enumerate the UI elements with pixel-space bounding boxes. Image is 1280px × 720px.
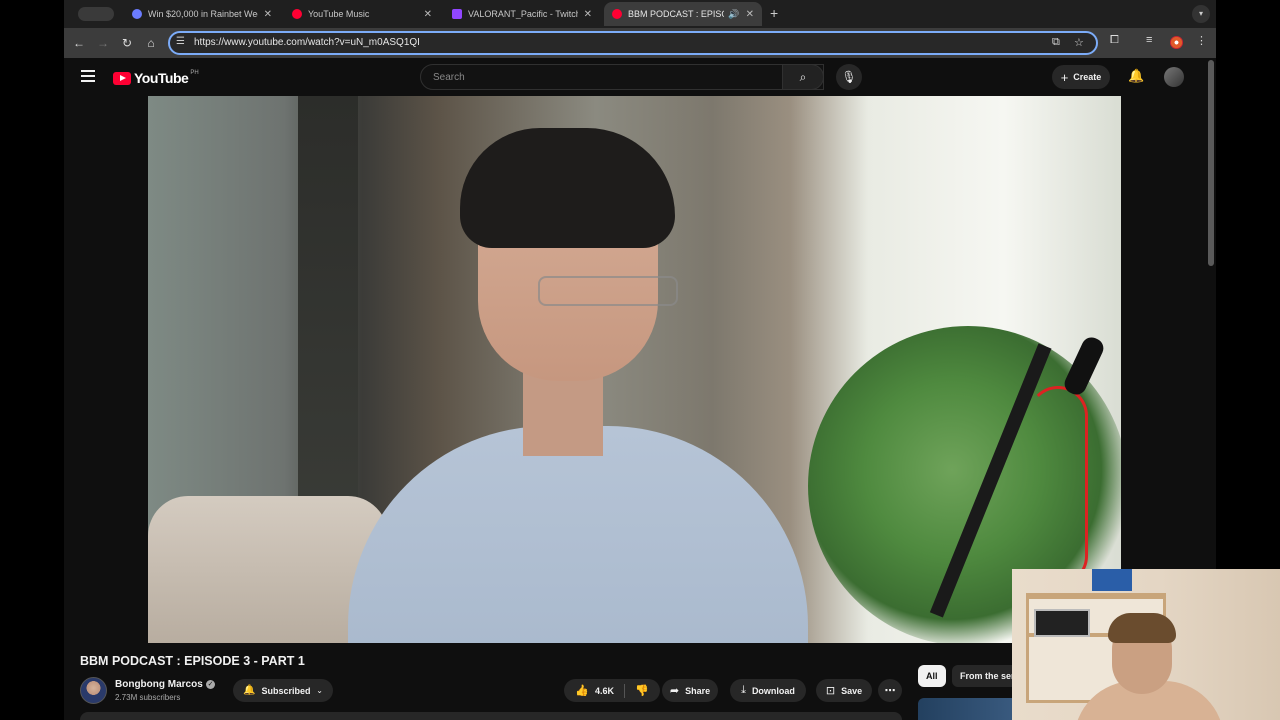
thumbs-up-icon[interactable]: 👍: [575, 684, 589, 697]
recommended-video-thumbnail[interactable]: [918, 698, 1018, 720]
site-settings-icon[interactable]: ☰: [176, 36, 185, 47]
page-scrollbar[interactable]: [1208, 60, 1214, 266]
media-controls-icon[interactable]: ≡: [1146, 34, 1152, 46]
video-speaker-glasses: [538, 276, 678, 306]
chevron-down-icon: ⌄: [316, 686, 323, 695]
kebab-menu-icon[interactable]: ⋮: [1196, 34, 1207, 47]
new-tab-icon[interactable]: +: [770, 5, 778, 21]
webcam-box: [1092, 569, 1132, 591]
like-count[interactable]: 4.6K: [595, 686, 614, 696]
tab-bbm-podcast[interactable]: BBM PODCAST : EPISODE 🔊 ✕: [604, 2, 762, 26]
video-mic-cable: [1028, 386, 1088, 586]
account-avatar[interactable]: [1164, 67, 1184, 87]
like-divider: [624, 683, 625, 698]
channel-name[interactable]: Bongbong Marcos: [115, 679, 203, 690]
twitch-favicon-icon: [452, 9, 462, 19]
speaker-icon[interactable]: 🔊: [728, 9, 739, 20]
download-arrow-icon: ⤓: [741, 684, 746, 696]
youtube-music-favicon-icon: [292, 9, 302, 19]
video-player[interactable]: [148, 96, 1121, 643]
share-arrow-icon: ➦: [669, 685, 680, 697]
webcam-overlay: [1012, 569, 1280, 720]
url-text[interactable]: https://www.youtube.com/watch?v=uN_m0ASQ…: [194, 37, 420, 48]
tab-twitch[interactable]: VALORANT_Pacific - Twitch ✕: [444, 2, 600, 26]
tab-rainbet[interactable]: Win $20,000 in Rainbet Week ✕: [124, 2, 280, 26]
notifications-bell-icon[interactable]: 🔔: [1128, 68, 1144, 84]
search-button[interactable]: ⌕: [782, 64, 824, 90]
profile-icon[interactable]: [1170, 36, 1183, 49]
chip-all[interactable]: All: [918, 665, 946, 687]
thumbs-down-icon[interactable]: 👎: [635, 684, 649, 697]
reload-icon[interactable]: ↻: [118, 34, 136, 52]
close-icon[interactable]: ✕: [264, 9, 272, 20]
screen: Win $20,000 in Rainbet Week ✕ YouTube Mu…: [0, 0, 1280, 720]
home-icon[interactable]: ⌂: [142, 34, 160, 52]
video-speaker-shirt: [348, 426, 808, 643]
description-box[interactable]: [80, 712, 902, 720]
close-icon[interactable]: ✕: [424, 9, 432, 20]
install-app-icon[interactable]: ⧉: [1052, 36, 1060, 49]
download-button[interactable]: ⤓ Download: [730, 679, 806, 702]
address-bar[interactable]: ☰ https://www.youtube.com/watch?v=uN_m0A…: [168, 31, 1098, 55]
youtube-header: YouTube PH Search ⌕ 🎙 + Create 🔔: [64, 58, 1216, 96]
browser-toolbar: ← → ↻ ⌂ ☰ https://www.youtube.com/watch?…: [64, 28, 1216, 58]
more-actions-icon[interactable]: ⋯: [878, 679, 902, 702]
verified-check-icon: ✓: [206, 680, 215, 689]
search-input[interactable]: Search: [420, 64, 824, 90]
save-button[interactable]: ⊡ Save: [816, 679, 872, 702]
subscriber-count: 2.73M subscribers: [115, 693, 181, 702]
voice-search-button[interactable]: 🎙: [836, 64, 862, 90]
plus-icon: +: [1060, 69, 1069, 85]
like-dislike-group: 👍 4.6K 👎: [564, 679, 660, 702]
back-arrow-icon[interactable]: ←: [70, 34, 88, 52]
youtube-play-icon: [113, 71, 131, 85]
channel-avatar[interactable]: [80, 677, 107, 704]
tab-search-chevron-icon[interactable]: ▾: [1192, 5, 1210, 23]
tab-youtube-music[interactable]: YouTube Music ✕: [284, 2, 440, 26]
webcam-microwave: [1034, 609, 1090, 637]
bookmark-icon: ⊡: [825, 685, 836, 697]
webcam-person-hair: [1108, 613, 1176, 643]
subscribed-button[interactable]: 🔔 Subscribed ⌄: [233, 679, 333, 702]
extensions-puzzle-icon[interactable]: ⧠: [1110, 34, 1119, 47]
tab-strip: Win $20,000 in Rainbet Week ✕ YouTube Mu…: [64, 0, 1216, 28]
share-button[interactable]: ➦ Share: [662, 679, 718, 702]
create-button[interactable]: + Create: [1052, 65, 1110, 89]
bookmark-star-icon[interactable]: ☆: [1074, 36, 1084, 49]
close-icon[interactable]: ✕: [746, 9, 754, 20]
bell-icon: 🔔: [243, 685, 256, 696]
video-title: BBM PODCAST : EPISODE 3 - PART 1: [80, 654, 305, 668]
rainbet-favicon-icon: [132, 9, 142, 19]
hamburger-menu-icon[interactable]: [81, 70, 95, 85]
video-speaker-hair: [460, 128, 675, 248]
youtube-logo[interactable]: YouTube PH: [113, 70, 199, 86]
close-icon[interactable]: ✕: [584, 9, 592, 20]
forward-arrow-icon[interactable]: →: [94, 34, 112, 52]
microphone-icon: 🎙: [841, 70, 857, 84]
youtube-favicon-icon: [612, 9, 622, 19]
search-icon: ⌕: [799, 70, 807, 84]
tab-groups-pill[interactable]: [78, 7, 114, 21]
